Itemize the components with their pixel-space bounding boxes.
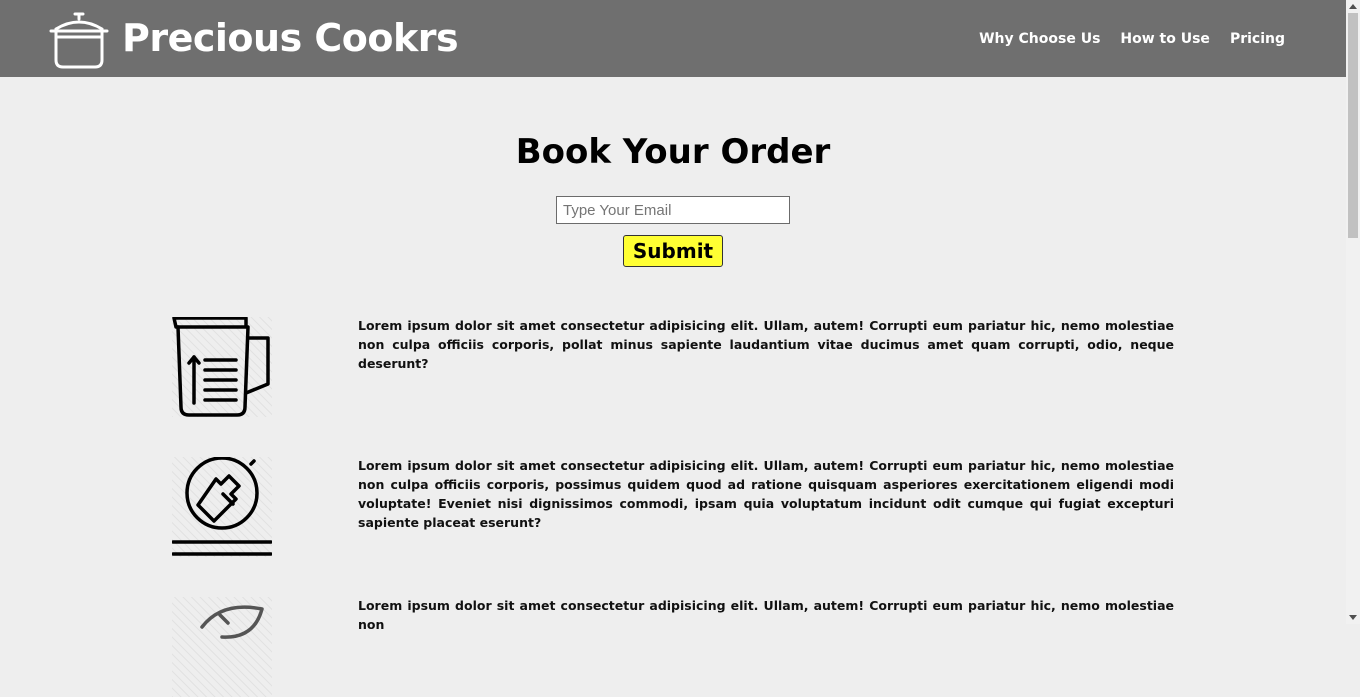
herb-leaf-icon — [172, 597, 272, 697]
feature-text: Lorem ipsum dolor sit amet consectetur a… — [358, 458, 1174, 530]
scroll-down-arrow-icon[interactable] — [1349, 615, 1357, 620]
scrollbar-thumb[interactable] — [1348, 13, 1358, 238]
feature-text: Lorem ipsum dolor sit amet consectetur a… — [358, 598, 1174, 632]
measuring-cup-icon — [172, 317, 272, 417]
nav-why-choose-us[interactable]: Why Choose Us — [979, 30, 1100, 48]
main-nav: Why Choose Us How to Use Pricing — [979, 30, 1285, 48]
email-input[interactable] — [556, 196, 790, 224]
page-scrollbar[interactable] — [1346, 0, 1360, 624]
brand-name[interactable]: Precious Cookrs — [122, 14, 459, 62]
scroll-up-arrow-icon[interactable] — [1349, 4, 1357, 9]
nav-how-to-use[interactable]: How to Use — [1120, 30, 1210, 48]
meat-tenderizer-icon — [172, 457, 272, 557]
booking-title: Book Your Order — [515, 132, 831, 172]
feature-text: Lorem ipsum dolor sit amet consectetur a… — [358, 318, 1174, 371]
site-header: Precious Cookrs Why Choose Us How to Use… — [0, 0, 1346, 77]
submit-button[interactable]: Submit — [623, 235, 723, 267]
cooking-pot-icon[interactable] — [48, 8, 110, 70]
nav-pricing[interactable]: Pricing — [1230, 30, 1285, 48]
